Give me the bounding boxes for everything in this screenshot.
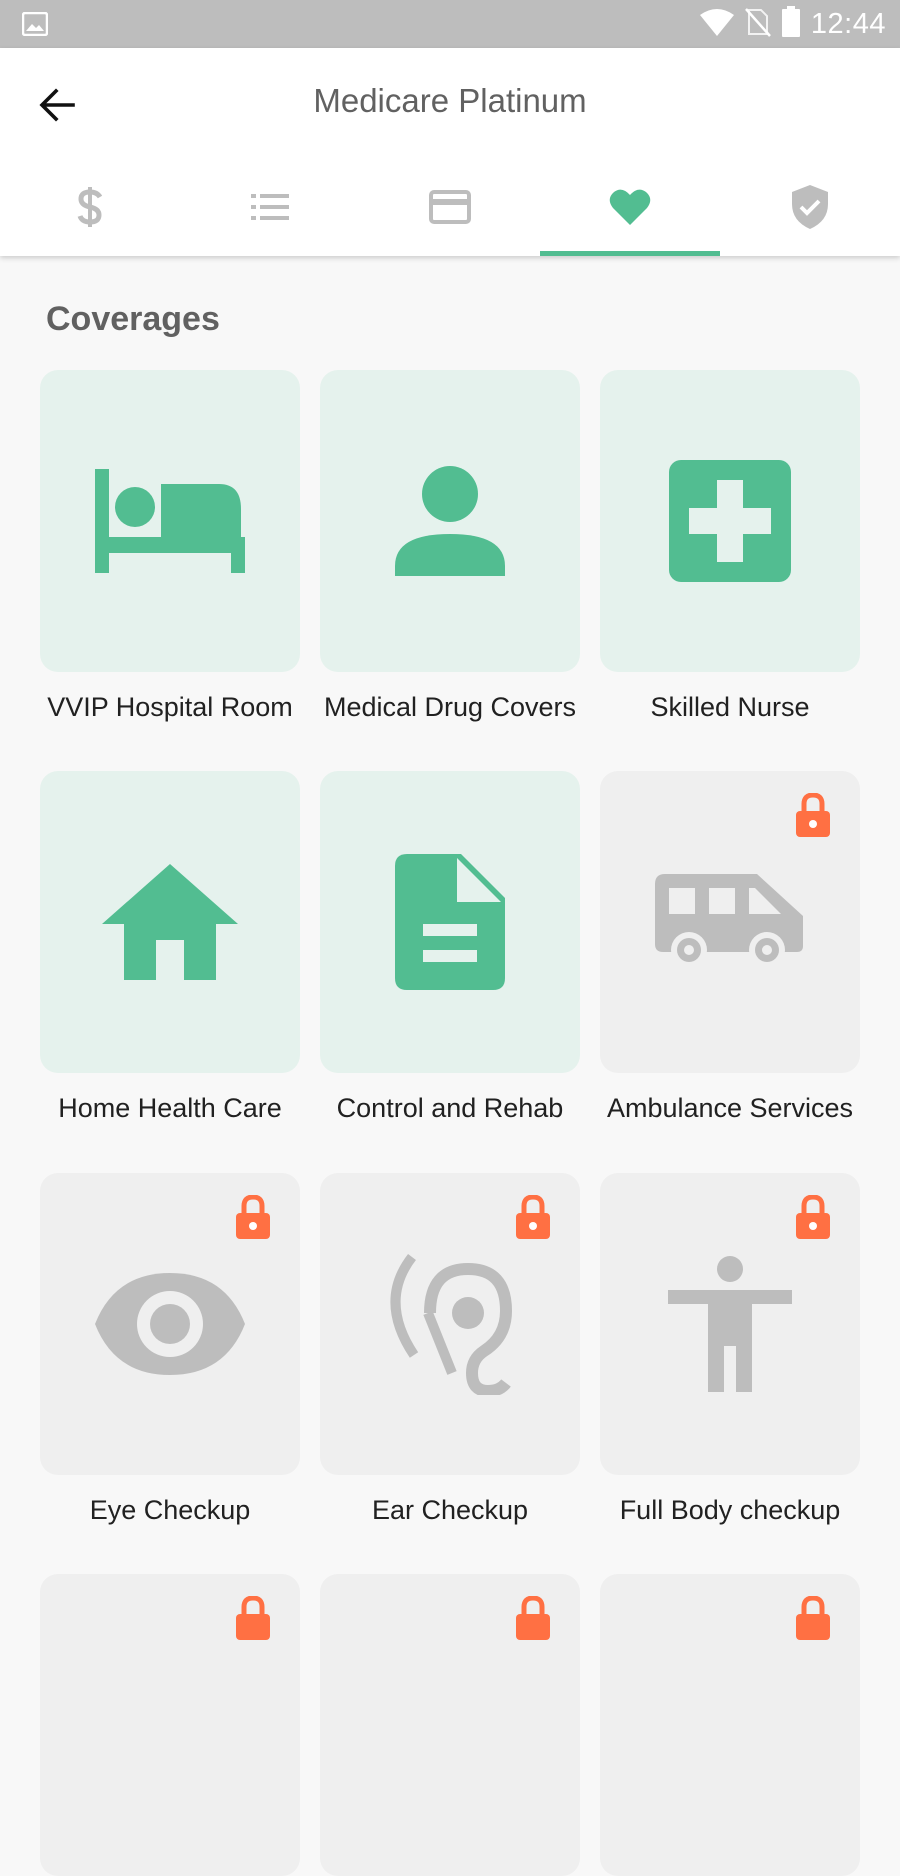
- coverage-label: Eye Checkup: [89, 1495, 251, 1525]
- tab-details[interactable]: [180, 158, 360, 256]
- image-notification-icon: [21, 11, 49, 41]
- coverage-card-skilled-nurse[interactable]: [600, 370, 860, 672]
- battery-icon: [781, 5, 801, 43]
- bed-icon: [95, 469, 245, 573]
- tab-bar: [0, 158, 900, 256]
- medical-cross-icon: [669, 460, 791, 582]
- coverage-card-home-health-care[interactable]: [40, 771, 300, 1073]
- status-bar: 12:44: [0, 0, 900, 48]
- coverage-card-eye-checkup[interactable]: [40, 1173, 300, 1475]
- no-sim-icon: [744, 7, 771, 42]
- lock-icon: [796, 792, 830, 842]
- coverage-label: Home Health Care: [58, 1093, 282, 1123]
- coverage-card-partial[interactable]: [40, 1574, 300, 1876]
- coverage-label: Control and Rehab: [336, 1093, 564, 1123]
- coverage-card-ambulance-services[interactable]: [600, 771, 860, 1073]
- lock-icon: [516, 1595, 550, 1645]
- list-icon: [251, 194, 289, 220]
- status-time: 12:44: [810, 7, 886, 40]
- section-title: Coverages: [46, 300, 220, 338]
- tab-payment[interactable]: [360, 158, 540, 256]
- credit-card-icon: [429, 190, 471, 224]
- coverage-card-partial[interactable]: [320, 1574, 580, 1876]
- lock-icon: [796, 1194, 830, 1244]
- wifi-icon: [699, 7, 735, 42]
- shield-check-icon: [792, 185, 828, 229]
- coverage-card-control-and-rehab[interactable]: [320, 771, 580, 1073]
- selected-tab-indicator: [540, 251, 720, 256]
- heart-icon: [609, 189, 651, 225]
- lock-icon: [796, 1595, 830, 1645]
- tab-pricing[interactable]: [0, 158, 180, 256]
- lock-icon: [236, 1194, 270, 1244]
- dollar-icon: [77, 187, 103, 227]
- coverage-card-vvip-hospital-room[interactable]: [40, 370, 300, 672]
- page-title: Medicare Platinum: [313, 82, 587, 119]
- van-icon: [655, 874, 803, 968]
- coverage-label: VVIP Hospital Room: [47, 692, 293, 722]
- coverage-label: Full Body checkup: [619, 1495, 841, 1525]
- tab-coverages[interactable]: [540, 158, 720, 256]
- eye-icon: [95, 1273, 245, 1375]
- app-bar: Medicare Platinum: [0, 48, 900, 256]
- home-icon: [102, 864, 238, 980]
- lock-icon: [516, 1194, 550, 1244]
- coverage-label: Medical Drug Covers: [323, 692, 577, 722]
- person-icon: [395, 466, 505, 576]
- tab-protection[interactable]: [720, 158, 900, 256]
- coverage-card-ear-checkup[interactable]: [320, 1173, 580, 1475]
- body-icon: [668, 1256, 792, 1392]
- ear-icon: [390, 1253, 512, 1395]
- lock-icon: [236, 1595, 270, 1645]
- document-icon: [395, 854, 505, 990]
- coverage-card-medical-drug-covers[interactable]: [320, 370, 580, 672]
- coverage-card-full-body-checkup[interactable]: [600, 1173, 860, 1475]
- coverage-label: Ambulance Services: [606, 1093, 854, 1123]
- coverage-label: Skilled Nurse: [650, 692, 810, 722]
- coverage-label: Ear Checkup: [371, 1495, 529, 1525]
- coverage-card-partial[interactable]: [600, 1574, 860, 1876]
